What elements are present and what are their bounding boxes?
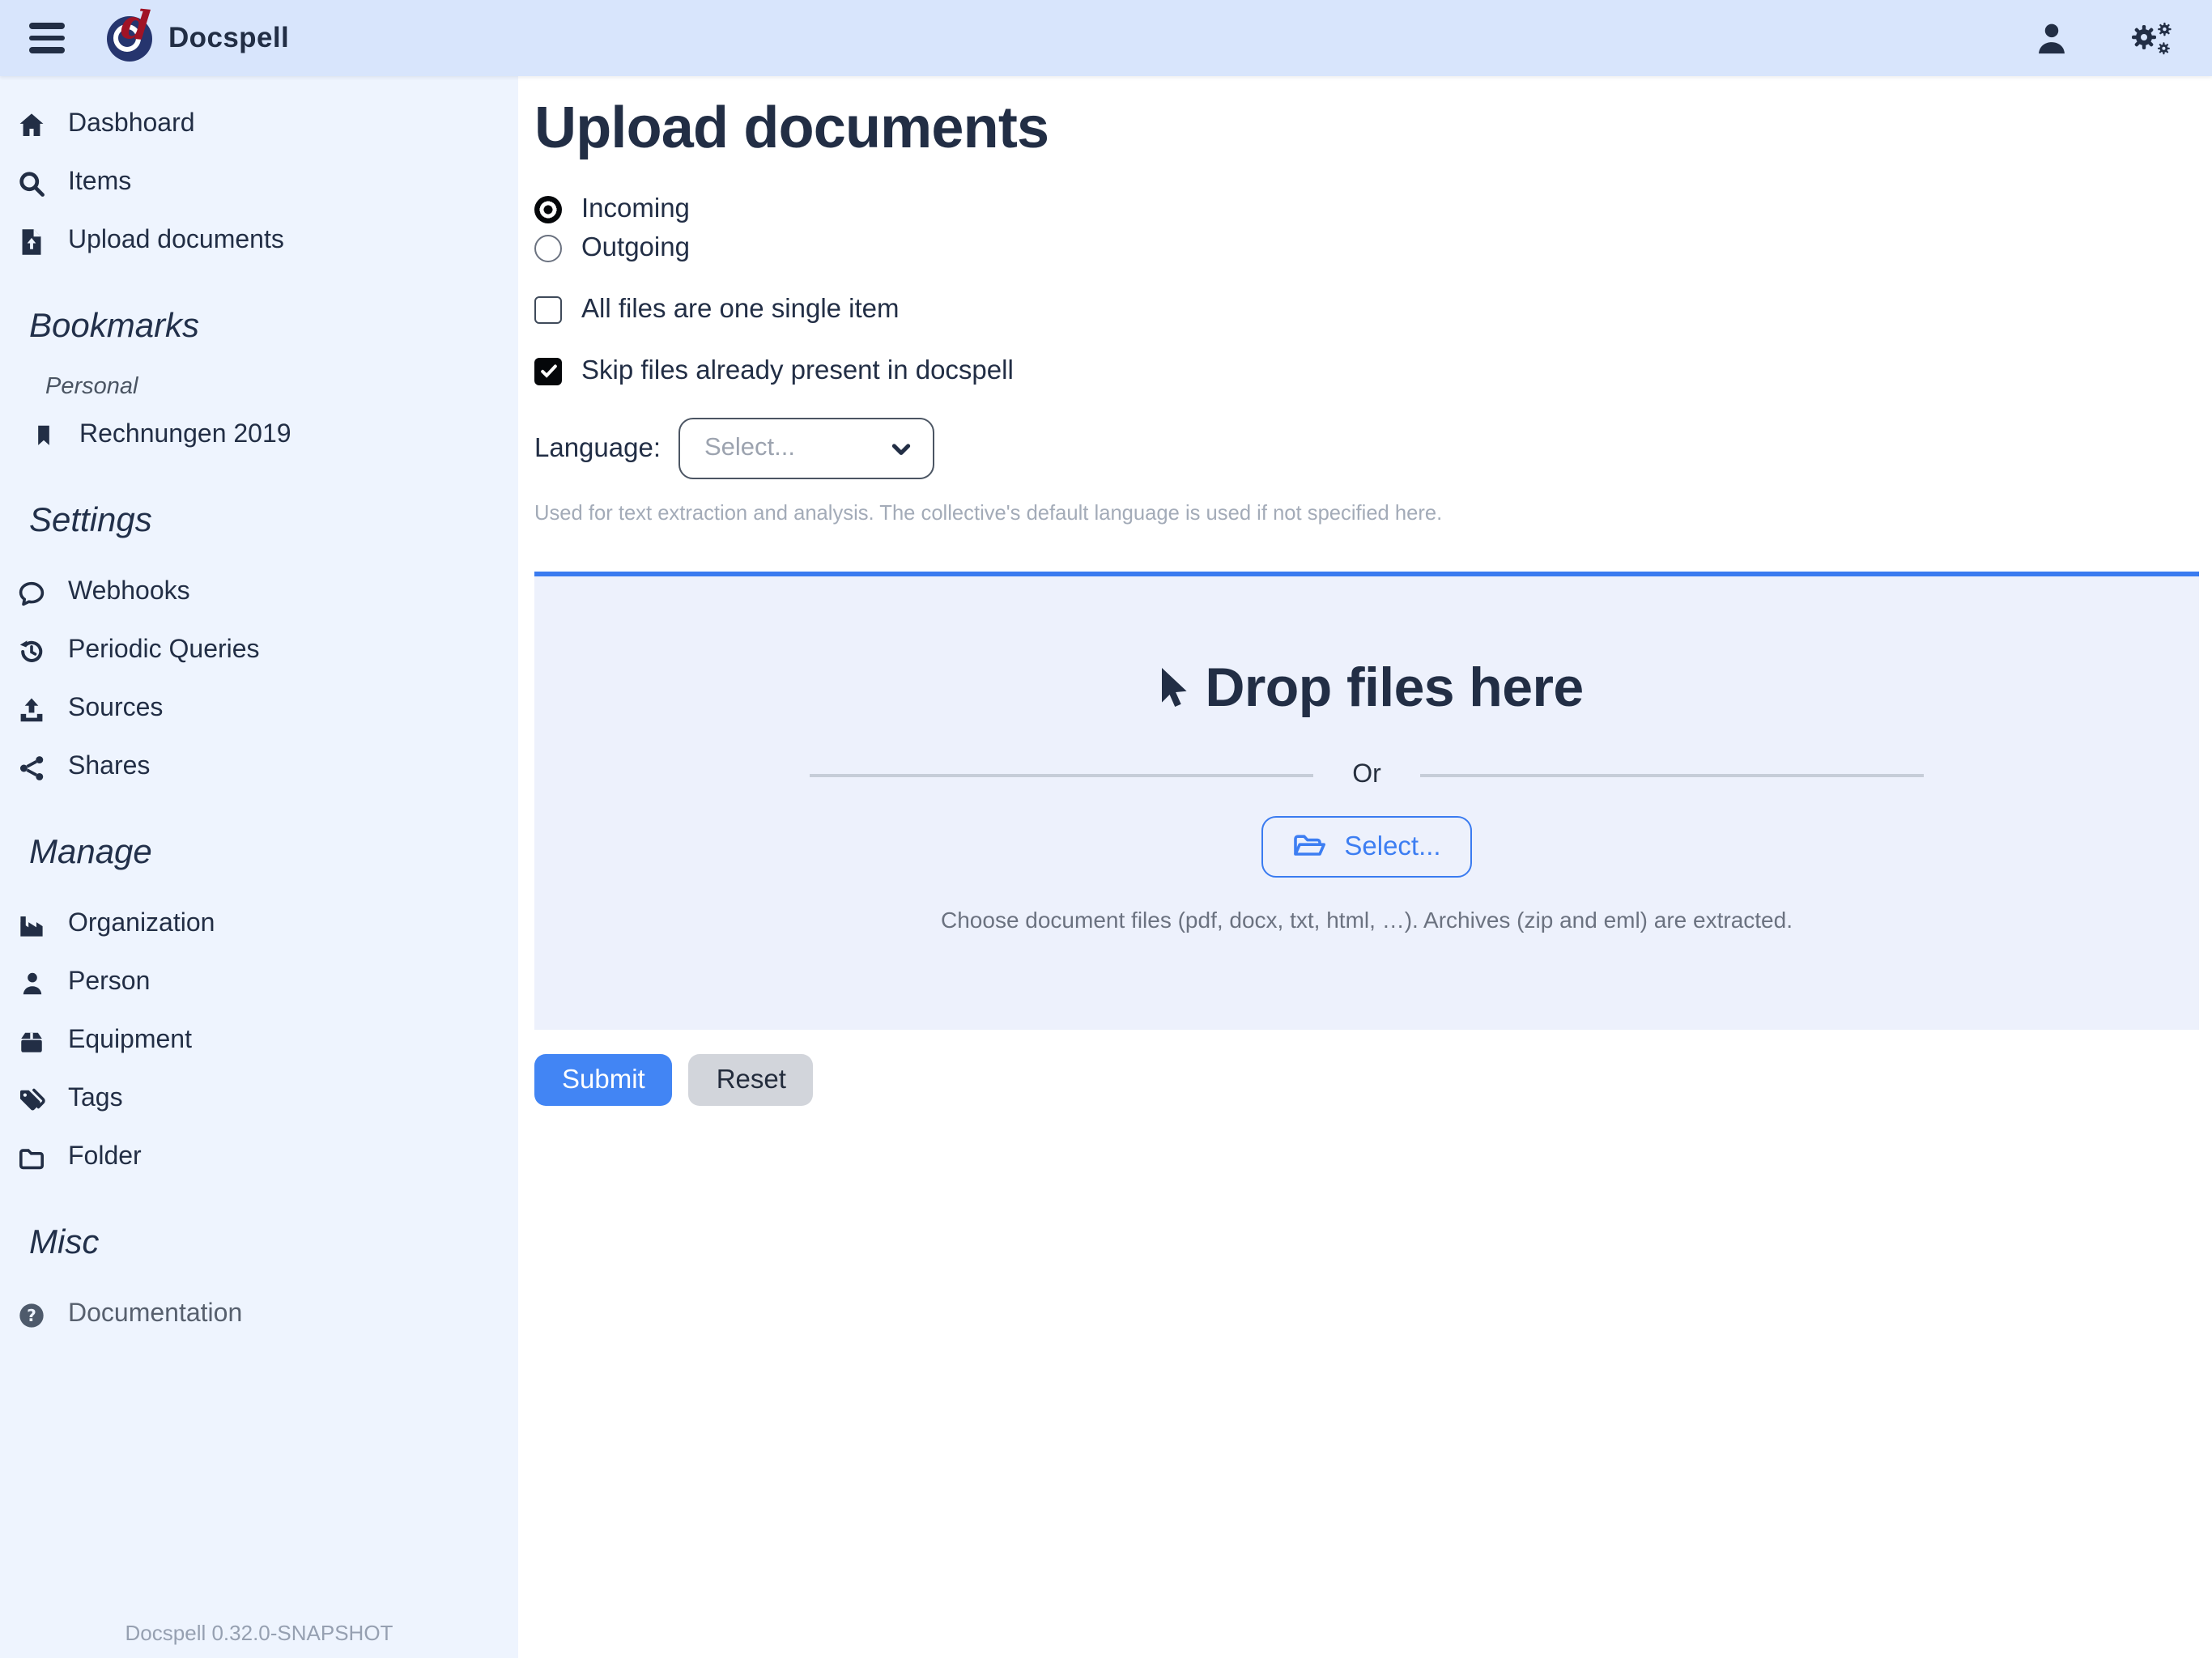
- single-item-option: All files are one single item: [534, 290, 2199, 329]
- section-title-settings: Settings: [29, 499, 518, 544]
- industry-icon: [16, 911, 47, 938]
- sidebar-item-folder[interactable]: Folder: [16, 1129, 518, 1187]
- brand[interactable]: d Docspell: [107, 15, 289, 61]
- sidebar-item-person[interactable]: Person: [16, 954, 518, 1012]
- sidebar-item-label: Dasbhoard: [68, 110, 195, 139]
- account-button[interactable]: [2034, 20, 2069, 56]
- section-title-bookmarks: Bookmarks: [29, 304, 518, 350]
- dropzone-title: Drop files here: [1205, 657, 1583, 721]
- sidebar-item-organization[interactable]: Organization: [16, 895, 518, 954]
- dropzone-hint: Choose document files (pdf, docx, txt, h…: [941, 907, 1793, 933]
- checkbox-label: All files are one single item: [581, 294, 900, 325]
- file-dropzone[interactable]: Drop files here Or Select... Choose docu…: [534, 572, 2199, 1030]
- checkbox-checked-icon: [534, 357, 562, 385]
- checkbox-single-item[interactable]: All files are one single item: [534, 290, 2199, 329]
- skip-present-option: Skip files already present in docspell: [534, 351, 2199, 390]
- app-name: Docspell: [168, 21, 289, 55]
- sidebar-item-label: Equipment: [68, 1027, 192, 1056]
- sidebar-item-label: Organization: [68, 910, 215, 939]
- select-placeholder: Select...: [704, 434, 795, 463]
- language-row: Language: Select...: [534, 418, 2199, 479]
- app-version: Docspell 0.32.0-SNAPSHOT: [0, 1621, 518, 1645]
- comment-icon: [16, 579, 47, 606]
- reset-button[interactable]: Reset: [689, 1054, 814, 1106]
- tags-icon: [16, 1086, 47, 1113]
- select-files-button[interactable]: Select...: [1261, 816, 1471, 878]
- history-icon: [16, 637, 47, 665]
- sidebar-item-webhooks[interactable]: Webhooks: [16, 563, 518, 622]
- radio-label: Outgoing: [581, 232, 690, 263]
- bookmark-group-label: Personal: [45, 371, 518, 403]
- radio-label: Incoming: [581, 193, 690, 224]
- topbar: d Docspell: [0, 0, 2212, 76]
- docspell-logo-icon: d: [107, 15, 152, 61]
- sidebar-item-items[interactable]: Items: [16, 154, 518, 212]
- sidebar-item-label: Webhooks: [68, 578, 190, 607]
- mouse-pointer-icon: [1150, 665, 1189, 713]
- sidebar-item-label: Shares: [68, 753, 150, 782]
- sidebar: Dasbhoard Items Upload documents Bookmar…: [0, 76, 518, 1658]
- radio-unchecked-icon: [534, 234, 562, 261]
- section-title-misc: Misc: [29, 1221, 518, 1266]
- language-select[interactable]: Select...: [678, 418, 934, 479]
- or-label: Or: [1352, 761, 1381, 790]
- sidebar-item-label: Documentation: [68, 1300, 242, 1329]
- sidebar-item-bookmark-rechnungen-2019[interactable]: Rechnungen 2019: [28, 406, 518, 465]
- search-icon: [16, 169, 47, 197]
- svg-text:?: ?: [27, 1305, 36, 1324]
- form-actions: Submit Reset: [534, 1054, 2199, 1106]
- sidebar-item-equipment[interactable]: Equipment: [16, 1012, 518, 1070]
- bookmark-icon: [28, 423, 58, 449]
- radio-outgoing[interactable]: Outgoing: [534, 228, 2199, 267]
- radio-incoming[interactable]: Incoming: [534, 189, 2199, 228]
- sidebar-item-upload-documents[interactable]: Upload documents: [16, 212, 518, 270]
- checkbox-skip-present[interactable]: Skip files already present in docspell: [534, 351, 2199, 390]
- checkbox-unchecked-icon: [534, 295, 562, 323]
- folder-open-icon: [1292, 832, 1328, 861]
- sidebar-item-label: Upload documents: [68, 227, 284, 256]
- submit-button[interactable]: Submit: [534, 1054, 673, 1106]
- page-title: Upload documents: [534, 92, 2199, 164]
- language-label: Language:: [534, 433, 661, 464]
- sidebar-item-label: Sources: [68, 695, 163, 724]
- collective-settings-button[interactable]: [2128, 19, 2173, 57]
- or-divider: Or: [809, 761, 1925, 790]
- direction-radio-group: Incoming Outgoing: [534, 189, 2199, 267]
- sidebar-item-periodic-queries[interactable]: Periodic Queries: [16, 622, 518, 680]
- house-icon: [16, 111, 47, 138]
- upload-page: Upload documents Incoming Outgoing All f…: [518, 76, 2212, 1658]
- sidebar-item-label: Tags: [68, 1085, 123, 1114]
- menu-toggle-button[interactable]: [26, 17, 68, 59]
- sidebar-item-sources[interactable]: Sources: [16, 680, 518, 738]
- docspell-app: d Docspell: [0, 0, 2212, 1658]
- sidebar-item-dashboard[interactable]: Dasbhoard: [16, 96, 518, 154]
- chevron-down-icon: [889, 436, 913, 461]
- sidebar-item-shares[interactable]: Shares: [16, 738, 518, 797]
- upload-icon: [16, 695, 47, 723]
- radio-checked-icon: [534, 195, 562, 223]
- language-help-text: Used for text extraction and analysis. T…: [534, 500, 2199, 525]
- question-circle-icon: ?: [16, 1301, 47, 1329]
- sidebar-item-label: Items: [68, 168, 131, 198]
- person-icon: [16, 969, 47, 997]
- sidebar-item-label: Periodic Queries: [68, 636, 260, 665]
- section-title-manage: Manage: [29, 831, 518, 876]
- sidebar-item-label: Rechnungen 2019: [79, 421, 291, 450]
- sidebar-item-tags[interactable]: Tags: [16, 1070, 518, 1129]
- box-icon: [16, 1027, 47, 1055]
- user-icon: [2034, 20, 2069, 56]
- gears-icon: [2128, 19, 2173, 57]
- file-upload-icon: [16, 227, 47, 255]
- checkbox-label: Skip files already present in docspell: [581, 355, 1014, 386]
- sidebar-item-documentation[interactable]: ? Documentation: [16, 1286, 518, 1344]
- select-files-label: Select...: [1344, 831, 1440, 862]
- folder-icon: [16, 1144, 47, 1171]
- sidebar-item-label: Person: [68, 968, 150, 997]
- share-nodes-icon: [16, 754, 47, 781]
- sidebar-item-label: Folder: [68, 1143, 142, 1172]
